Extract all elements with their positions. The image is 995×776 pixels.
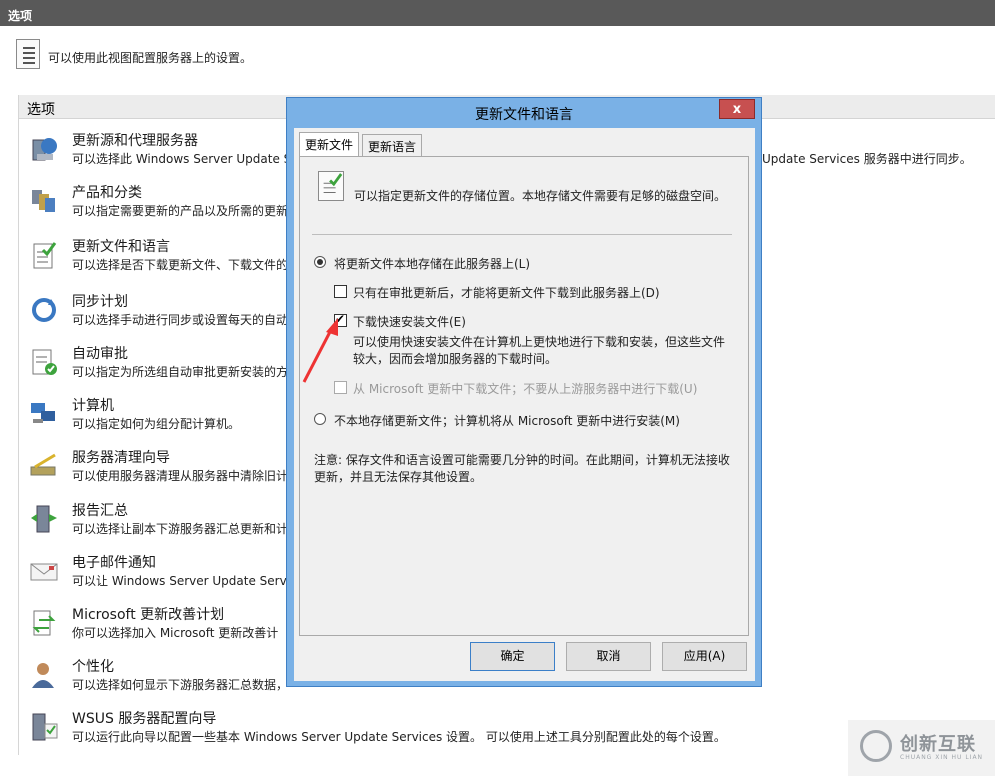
option-subtitle: 可以指定需要更新的产品以及所需的更新 [72,204,289,218]
option-subtitle: 可以选择让副本下游服务器汇总更新和计 [72,522,289,536]
radio-store-locally-label[interactable]: 将更新文件本地存储在此服务器上(L) [334,255,530,272]
radio-no-local-store[interactable] [314,413,326,425]
tab-panel: 可以指定更新文件的存储位置。本地存储文件需要有足够的磁盘空间。 将更新文件本地存… [299,156,749,636]
cleanup-icon [30,453,56,476]
window-title: 选项 [0,0,995,26]
option-title[interactable]: WSUS 服务器配置向导 [72,708,216,728]
auto-approve-icon [32,349,57,375]
tab-update-languages[interactable]: 更新语言 [362,134,423,156]
update-files-icon [33,242,57,269]
update-files-icon [318,171,344,201]
watermark-text: 创新互联 [900,734,976,755]
email-icon [30,563,58,581]
wizard-icon [32,713,58,741]
option-subtitle: 可以选择如何显示下游服务器汇总数据， [72,678,289,692]
checkbox-download-after-approval[interactable] [334,285,347,298]
option-subtitle: 可以选择是否下载更新文件、下载文件的 [72,258,289,272]
dialog-body: 更新文件 更新语言 可以指定更新文件的存储位置。本地存储文件需要有足够的磁盘空间… [294,128,755,681]
option-title[interactable]: 更新源和代理服务器 [72,130,198,150]
ok-button[interactable]: 确定 [470,642,555,671]
option-subtitle: 可以选择手动进行同步或设置每天的自动 [72,313,289,327]
watermark-logo-icon [860,730,892,762]
radio-store-locally[interactable] [314,256,326,268]
option-subtitle: 可以指定如何为组分配计算机。 [72,417,241,431]
checkbox-download-from-microsoft-label: 从 Microsoft 更新中下载文件；不要从上游服务器中进行下载(U) [353,382,698,396]
report-icon [31,505,57,533]
option-title[interactable]: 服务器清理向导 [72,447,170,467]
separator [312,234,732,235]
option-subtitle: 可以选择此 Windows Server Update S [72,152,292,166]
products-icon [32,190,55,212]
watermark: 创新互联 CHUANG XIN HU LIAN [848,720,995,776]
update-source-icon [32,138,57,161]
sync-icon [32,298,56,322]
option-title[interactable]: 产品和分类 [72,182,142,202]
computers-icon [31,403,55,423]
improvement-icon [32,610,56,636]
option-title[interactable]: 更新文件和语言 [72,236,170,256]
option-subtitle: 可以使用服务器清理从服务器中清除旧计 [72,469,289,483]
checkbox-download-after-approval-label[interactable]: 只有在审批更新后，才能将更新文件下载到此服务器上(D) [353,284,660,301]
option-title[interactable]: 同步计划 [72,291,128,311]
description-text: 可以使用此视图配置服务器上的设置。 [48,51,253,65]
red-arrow-annotation [302,318,338,383]
apply-button[interactable]: 应用(A) [662,642,747,671]
update-files-dialog: 更新文件和语言 x 更新文件 更新语言 可以指定更新文件的存储位置。本地存储文件… [286,97,762,687]
close-button[interactable]: x [719,99,755,119]
checkbox-express-files-label[interactable]: 下载快速安装文件(E) [353,313,466,330]
personalize-icon [32,663,54,688]
option-subtitle: 可以指定为所选组自动审批更新安装的方 [72,365,289,379]
radio-no-local-store-label[interactable]: 不本地存储更新文件；计算机将从 Microsoft 更新中进行安装(M) [334,412,680,429]
note-text: 注意: 保存文件和语言设置可能需要几分钟的时间。在此期间，计算机无法接收更新，并… [314,453,730,484]
option-subtitle: 你可以选择加入 Microsoft 更新改善计 [72,626,279,640]
option-title[interactable]: 报告汇总 [72,500,128,520]
option-title[interactable]: 计算机 [72,395,114,415]
option-title[interactable]: Microsoft 更新改善计划 [72,604,224,624]
option-title[interactable]: 自动审批 [72,343,128,363]
option-subtitle: 可以运行此向导以配置一些基本 Windows Server Update Ser… [72,730,726,744]
panel-description: 可以指定更新文件的存储位置。本地存储文件需要有足够的磁盘空间。 [354,189,727,203]
option-config-wizard[interactable]: WSUS 服务器配置向导 可以运行此向导以配置一些基本 Windows Serv… [29,708,989,758]
description-area: 可以使用此视图配置服务器上的设置。 [0,26,995,86]
dialog-title: 更新文件和语言 [475,107,573,123]
option-subtitle: 可以让 Windows Server Update Servic [72,574,297,588]
tab-update-files[interactable]: 更新文件 [299,132,360,156]
cancel-button[interactable]: 取消 [566,642,651,671]
express-description: 可以使用快速安装文件在计算机上更快地进行下载和安装，但这些文件较大，因而会增加服… [353,335,726,366]
option-subtitle-right: Update Services 服务器中进行同步。 [762,152,972,166]
document-list-icon [16,39,40,69]
watermark-subtext: CHUANG XIN HU LIAN [900,754,984,761]
option-title[interactable]: 电子邮件通知 [72,552,156,572]
option-title[interactable]: 个性化 [72,656,114,676]
